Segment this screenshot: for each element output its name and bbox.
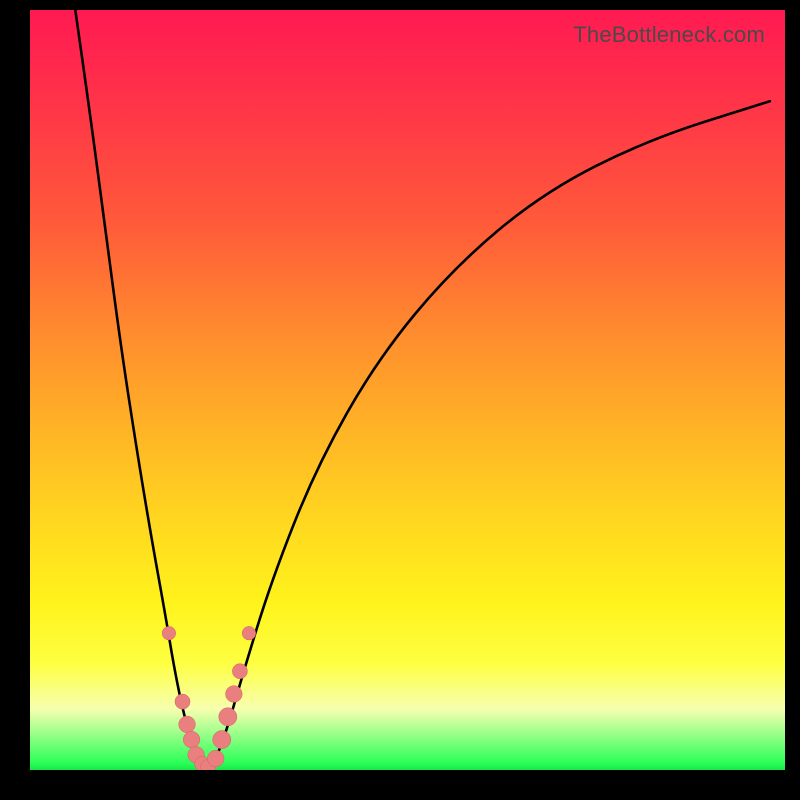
series-right-curve — [211, 101, 770, 770]
chart-frame: TheBottleneck.com — [0, 0, 800, 800]
curve-layer — [75, 10, 770, 770]
data-marker — [207, 750, 224, 767]
series-left-curve — [75, 10, 203, 770]
data-marker — [232, 664, 247, 679]
marker-layer — [162, 626, 256, 770]
data-marker — [175, 694, 190, 709]
chart-svg — [30, 10, 785, 770]
data-marker — [242, 626, 256, 640]
data-marker — [162, 626, 176, 640]
data-marker — [213, 731, 231, 749]
data-marker — [226, 686, 243, 703]
chart-plot-area: TheBottleneck.com — [30, 10, 785, 770]
data-marker — [219, 708, 237, 726]
data-marker — [179, 716, 196, 733]
data-marker — [183, 731, 200, 748]
